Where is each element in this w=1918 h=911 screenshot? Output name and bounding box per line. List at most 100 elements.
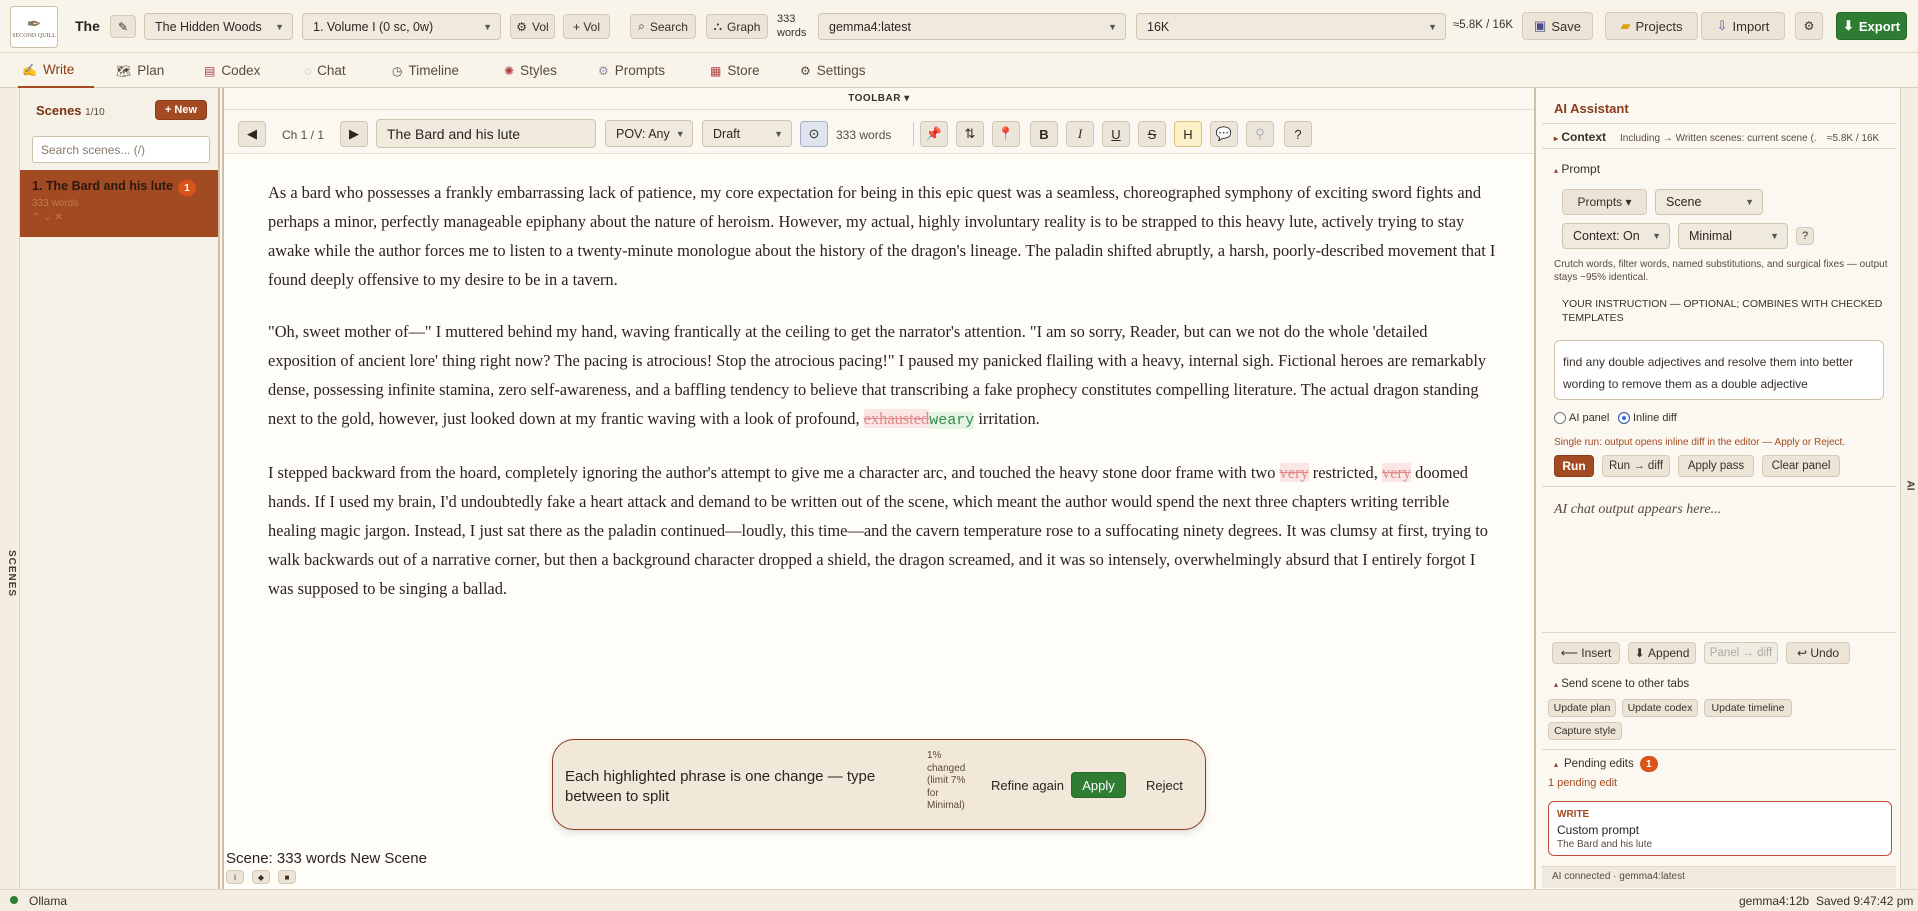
context-toggle-select[interactable]: Context: On ▼ bbox=[1562, 223, 1670, 249]
scenes-rail[interactable]: SCENES bbox=[0, 88, 20, 889]
diff-deletion[interactable]: very bbox=[1381, 463, 1412, 482]
scene-item-selected[interactable]: 1. The Bard and his lute 1 333 words ⌃ ⌄… bbox=[20, 170, 218, 237]
volume-select[interactable]: 1. Volume I (0 sc, 0w) ▼ bbox=[302, 13, 501, 40]
import-button[interactable]: ⇩ Import bbox=[1701, 12, 1785, 40]
underline-button[interactable]: U bbox=[1102, 121, 1130, 147]
pov-select[interactable]: POV: Any ▼ bbox=[605, 120, 693, 147]
status-select[interactable]: Draft ▼ bbox=[702, 120, 792, 147]
divider bbox=[1542, 123, 1896, 124]
prev-chapter-button[interactable]: ◀ bbox=[238, 121, 266, 147]
tab-write[interactable]: ✍ Write bbox=[18, 53, 94, 88]
ai-output-area[interactable]: AI chat output appears here... bbox=[1554, 502, 1721, 518]
scene-title-input[interactable]: The Bard and his lute bbox=[376, 119, 596, 148]
prompt-section[interactable]: ▴ Prompt bbox=[1554, 162, 1600, 176]
append-button[interactable]: ⬇ Append bbox=[1628, 642, 1696, 664]
sort-button[interactable]: ⇅ bbox=[956, 121, 984, 147]
radio-ai-panel[interactable]: AI panel bbox=[1554, 412, 1609, 424]
project-select[interactable]: The Hidden Woods ▼ bbox=[144, 13, 293, 40]
tab-settings[interactable]: ⚙ Settings bbox=[796, 53, 870, 88]
theme-toggle-button[interactable]: ⚙ bbox=[1795, 12, 1823, 40]
stop-icon[interactable]: ■ bbox=[278, 870, 296, 884]
ai-rail[interactable]: AI bbox=[1900, 88, 1918, 889]
clear-panel-button[interactable]: Clear panel bbox=[1762, 455, 1840, 477]
apply-button[interactable]: Apply bbox=[1071, 772, 1126, 798]
scene-search-input[interactable]: Search scenes... (/) bbox=[32, 136, 210, 163]
map-icon: 🗺 bbox=[116, 63, 132, 78]
update-timeline-button[interactable]: Update timeline bbox=[1704, 699, 1792, 717]
search-button[interactable]: ⌕ Search bbox=[630, 14, 696, 39]
tab-timeline[interactable]: ◷ Timeline bbox=[388, 53, 463, 88]
panel-diff-button[interactable]: Panel → diff bbox=[1704, 642, 1778, 664]
target-icon: ⊙ bbox=[808, 126, 820, 141]
edit-title-button[interactable]: ✎ bbox=[110, 15, 136, 38]
comment-button[interactable]: 💬 bbox=[1210, 121, 1238, 147]
prompt-scope-select[interactable]: Scene ▼ bbox=[1655, 189, 1763, 215]
pending-count: 1 pending edit bbox=[1548, 777, 1618, 789]
caret-icon: ▴ bbox=[1554, 680, 1559, 689]
export-button[interactable]: ⬇ Export bbox=[1836, 12, 1907, 40]
paragraph: "Oh, sweet mother of—" I muttered behind… bbox=[268, 317, 1498, 435]
search-icon: ⌕ bbox=[638, 19, 645, 33]
add-volume-button[interactable]: + Vol bbox=[563, 14, 610, 39]
search-label: Search bbox=[649, 19, 688, 34]
diff-insertion[interactable]: weary bbox=[929, 412, 975, 429]
pin-button[interactable]: 📌 bbox=[920, 121, 948, 147]
send-scene-section[interactable]: ▴ Send scene to other tabs bbox=[1554, 678, 1689, 690]
bold-button[interactable]: B bbox=[1030, 121, 1058, 147]
scene-item-controls[interactable]: ⌃ ⌄ ✕ bbox=[32, 212, 63, 223]
edit-mode-select[interactable]: Minimal ▼ bbox=[1678, 223, 1788, 249]
italic-button[interactable]: I bbox=[1066, 121, 1094, 147]
wand-icon: ⚲ bbox=[1255, 126, 1265, 141]
vol-settings-button[interactable]: ⚙ Vol bbox=[510, 14, 555, 39]
radio-inline-diff[interactable]: Inline diff bbox=[1618, 412, 1677, 424]
info-icon[interactable]: i bbox=[226, 870, 244, 884]
strikethrough-button[interactable]: S bbox=[1138, 121, 1166, 147]
location-button[interactable]: 📍 bbox=[992, 121, 1020, 147]
save-button[interactable]: ▣ Save bbox=[1522, 12, 1593, 40]
graph-button[interactable]: ⛬ Graph bbox=[706, 14, 768, 39]
model-select[interactable]: gemma4:latest ▼ bbox=[818, 13, 1126, 40]
toolbar-toggle[interactable]: TOOLBAR ▾ bbox=[224, 88, 1534, 110]
magic-button[interactable]: ⚲ bbox=[1246, 121, 1274, 147]
pending-edits-section[interactable]: ▴ Pending edits 1 bbox=[1554, 756, 1658, 772]
new-scene-button[interactable]: + New bbox=[155, 100, 207, 120]
tab-prompts[interactable]: ⚙ Prompts bbox=[594, 53, 669, 88]
insert-label: Insert bbox=[1581, 646, 1612, 660]
diff-deletion[interactable]: exhausted bbox=[863, 409, 930, 428]
tag-icon[interactable]: ◆ bbox=[252, 870, 270, 884]
tab-store[interactable]: ▦ Store bbox=[706, 53, 764, 88]
prompts-dropdown-button[interactable]: Prompts ▾ bbox=[1562, 189, 1647, 215]
connection-dot-icon bbox=[10, 896, 18, 904]
context-size-value: 16K bbox=[1147, 19, 1170, 34]
reject-button[interactable]: Reject bbox=[1146, 778, 1183, 793]
apply-pass-button[interactable]: Apply pass bbox=[1678, 455, 1754, 477]
help-button[interactable]: ? bbox=[1284, 121, 1312, 147]
highlight-button[interactable]: H bbox=[1174, 121, 1202, 147]
tab-chat[interactable]: ◌ Chat bbox=[300, 53, 350, 88]
run-diff-button[interactable]: Run → diff bbox=[1602, 455, 1670, 477]
tab-codex[interactable]: ▤ Codex bbox=[200, 53, 264, 88]
tab-plan[interactable]: 🗺 Plan bbox=[112, 53, 168, 88]
projects-button[interactable]: ▰ Projects bbox=[1605, 12, 1698, 40]
pending-edit-card[interactable]: WRITE Custom prompt The Bard and his lut… bbox=[1548, 801, 1892, 856]
instruction-textarea[interactable]: find any double adjectives and resolve t… bbox=[1554, 340, 1884, 400]
undo-button[interactable]: ↩ Undo bbox=[1786, 642, 1850, 664]
run-button[interactable]: Run bbox=[1554, 455, 1594, 477]
insert-button[interactable]: ⟵ Insert bbox=[1552, 642, 1620, 664]
tab-styles[interactable]: ✺ Styles bbox=[500, 53, 561, 88]
divider bbox=[1542, 486, 1896, 487]
mode-help-button[interactable]: ? bbox=[1796, 227, 1814, 245]
focus-mode-button[interactable]: ⊙ bbox=[800, 121, 828, 147]
update-codex-button[interactable]: Update codex bbox=[1622, 699, 1698, 717]
next-chapter-button[interactable]: ▶ bbox=[340, 121, 368, 147]
folder-icon: ▰ bbox=[1620, 18, 1631, 33]
refine-again-button[interactable]: Refine again bbox=[991, 778, 1064, 793]
capture-style-button[interactable]: Capture style bbox=[1548, 722, 1622, 740]
diff-deletion[interactable]: very bbox=[1279, 463, 1309, 482]
update-plan-button[interactable]: Update plan bbox=[1548, 699, 1616, 717]
manuscript-text[interactable]: As a bard who possesses a frankly embarr… bbox=[268, 178, 1498, 626]
settings-icon: ⚙ bbox=[800, 63, 811, 78]
context-section[interactable]: ▸ Context bbox=[1554, 130, 1606, 144]
app-logo[interactable]: ✒ SECOND QUILL bbox=[10, 6, 58, 48]
context-size-select[interactable]: 16K ▼ bbox=[1136, 13, 1446, 40]
